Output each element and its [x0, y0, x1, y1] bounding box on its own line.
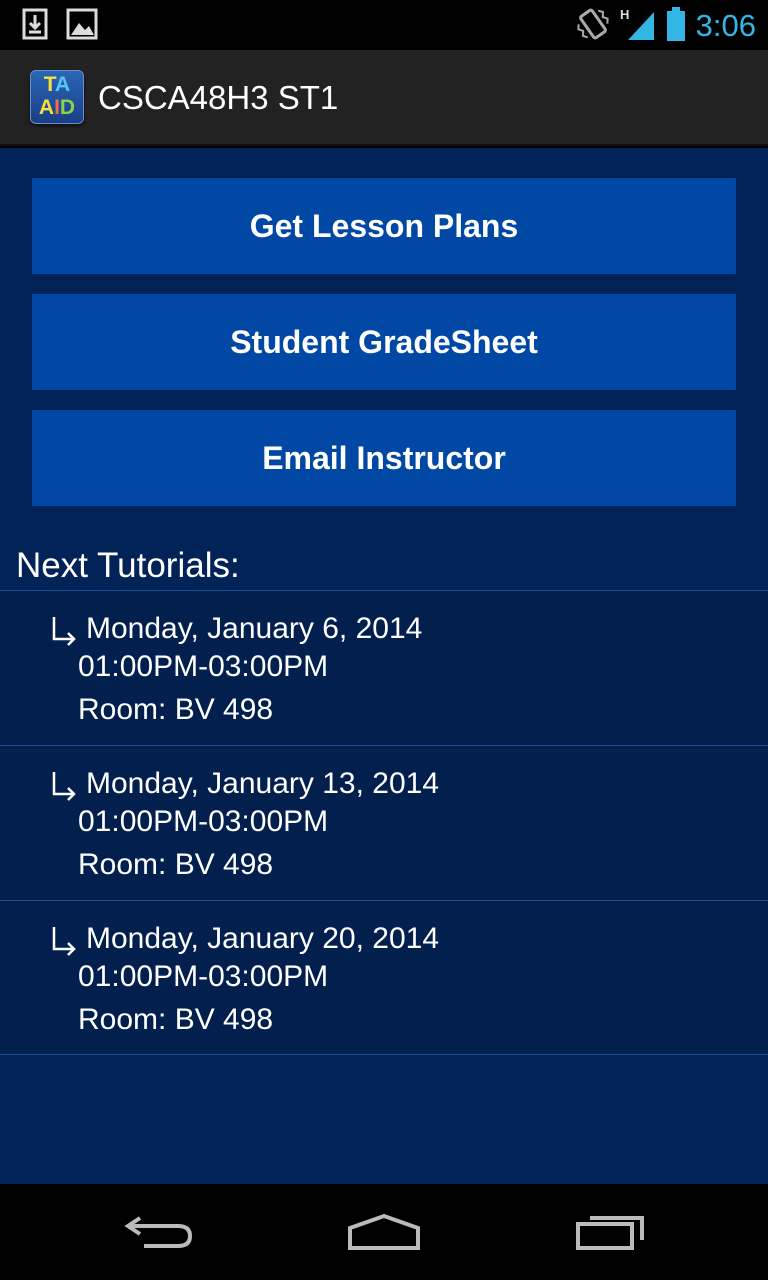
tutorial-room: Room: BV 498 — [78, 1003, 274, 1036]
navigation-bar — [0, 1184, 768, 1280]
next-tutorials-heading: Next Tutorials: — [16, 546, 240, 585]
svg-text:H: H — [620, 7, 629, 22]
tutorial-time: 01:00PM-03:00PM — [78, 960, 329, 993]
tutorial-date: Monday, January 6, 2014 — [86, 612, 423, 645]
app-logo-ta: TA — [43, 73, 71, 96]
notification-icons — [22, 8, 98, 44]
tutorial-item[interactable]: Monday, January 13, 2014 01:00PM-03:00PM… — [0, 745, 768, 900]
tutorial-room: Room: BV 498 — [78, 693, 274, 726]
student-gradesheet-button[interactable]: Student GradeSheet — [32, 294, 736, 390]
vibrate-icon — [576, 6, 610, 46]
battery-icon — [666, 6, 686, 46]
home-icon[interactable] — [346, 1212, 422, 1256]
download-icon — [22, 8, 48, 44]
tutorial-room: Room: BV 498 — [78, 848, 274, 881]
clock: 3:06 — [695, 8, 756, 43]
image-icon — [66, 8, 98, 44]
status-bar: H 3:06 — [0, 0, 768, 50]
app-logo-aid: AID — [38, 96, 76, 119]
system-status: H 3:06 — [576, 6, 756, 46]
tutorial-time: 01:00PM-03:00PM — [78, 650, 329, 683]
action-bar: TA AID CSCA48H3 ST1 — [0, 50, 768, 146]
recent-apps-icon[interactable] — [574, 1212, 646, 1256]
tutorial-date: Monday, January 13, 2014 — [86, 767, 440, 800]
tutorial-time: 01:00PM-03:00PM — [78, 805, 329, 838]
subdirectory-arrow-icon — [52, 772, 76, 801]
app-logo-icon[interactable]: TA AID — [30, 70, 84, 124]
get-lesson-plans-button[interactable]: Get Lesson Plans — [32, 178, 736, 274]
main-content: Get Lesson Plans Student GradeSheet Emai… — [0, 148, 768, 1184]
subdirectory-arrow-icon — [52, 617, 76, 646]
page-title: CSCA48H3 ST1 — [98, 79, 339, 116]
signal-icon: H — [620, 6, 656, 46]
tutorial-date: Monday, January 20, 2014 — [86, 922, 440, 955]
tutorial-item[interactable]: Monday, January 20, 2014 01:00PM-03:00PM… — [0, 900, 768, 1055]
tutorial-item[interactable]: Monday, January 6, 2014 01:00PM-03:00PM … — [0, 590, 768, 745]
back-icon[interactable] — [124, 1212, 196, 1256]
subdirectory-arrow-icon — [52, 927, 76, 956]
email-instructor-button[interactable]: Email Instructor — [32, 410, 736, 506]
tutorial-list: Monday, January 6, 2014 01:00PM-03:00PM … — [0, 590, 768, 1055]
